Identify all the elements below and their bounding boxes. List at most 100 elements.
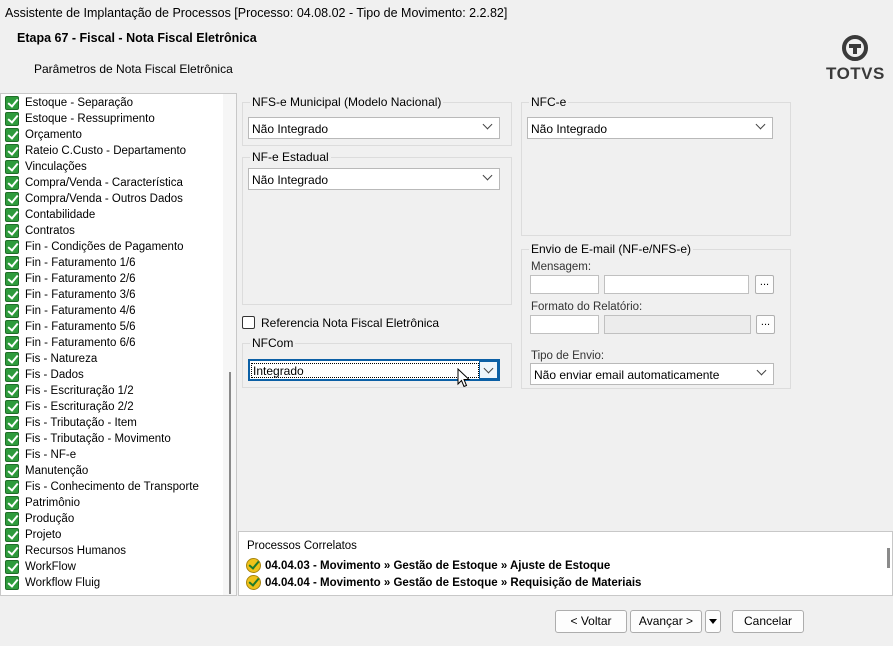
mensagem-code-input[interactable]	[530, 275, 599, 294]
completed-check-icon	[5, 448, 19, 462]
window-title: Assistente de Implantação de Processos […	[5, 6, 508, 20]
tree-item[interactable]: Workflow Fluig	[5, 575, 100, 591]
tree-item-label: Compra/Venda - Característica	[25, 177, 183, 189]
tree-item[interactable]: Fis - Conhecimento de Transporte	[5, 479, 199, 495]
tree-item[interactable]: Fis - Tributação - Movimento	[5, 431, 171, 447]
tree-item[interactable]: Fin - Faturamento 3/6	[5, 287, 136, 303]
tree-item-label: Fis - Tributação - Item	[25, 417, 137, 429]
tipo-envio-select[interactable]: Não enviar email automaticamente	[530, 363, 774, 385]
completed-check-icon	[5, 352, 19, 366]
tree-item[interactable]: Rateio C.Custo - Departamento	[5, 143, 186, 159]
tree-item[interactable]: WorkFlow	[5, 559, 76, 575]
completed-check-icon	[5, 240, 19, 254]
tree-item[interactable]: Compra/Venda - Característica	[5, 175, 183, 191]
wizard-header: Etapa 67 - Fiscal - Nota Fiscal Eletrôni…	[0, 26, 893, 92]
completed-check-icon	[5, 304, 19, 318]
tree-item-label: Fin - Faturamento 1/6	[25, 257, 136, 269]
tree-item[interactable]: Fin - Faturamento 1/6	[5, 255, 136, 271]
correlated-item[interactable]: 04.04.03 - Movimento » Gestão de Estoque…	[246, 558, 610, 573]
tree-item[interactable]: Projeto	[5, 527, 61, 543]
tree-scrollbar[interactable]	[223, 94, 236, 595]
tree-item[interactable]: Contabilidade	[5, 207, 95, 223]
formato-code-input[interactable]	[530, 315, 599, 334]
completed-check-icon	[5, 400, 19, 414]
chevron-down-icon	[483, 363, 494, 374]
tree-item-label: Vinculações	[25, 161, 87, 173]
tree-item[interactable]: Fis - Tributação - Item	[5, 415, 137, 431]
nfcom-dropdown-button[interactable]	[479, 361, 498, 379]
tree-item[interactable]: Estoque - Ressuprimento	[5, 111, 155, 127]
tree-item-label: Estoque - Separação	[25, 97, 134, 109]
tree-item[interactable]: Fis - Escrituração 2/2	[5, 399, 134, 415]
nfe-group-title: NF-e Estadual	[250, 150, 331, 164]
tree-item[interactable]: Fis - Dados	[5, 367, 84, 383]
tree-item[interactable]: Contratos	[5, 223, 75, 239]
formato-browse-button[interactable]: ...	[756, 315, 775, 334]
tree-item[interactable]: Vinculações	[5, 159, 87, 175]
tree-item[interactable]: Recursos Humanos	[5, 543, 126, 559]
tree-item-label: Fis - Natureza	[25, 353, 98, 365]
tree-item[interactable]: Fis - NF-e	[5, 447, 77, 463]
tree-item[interactable]: Compra/Venda - Outros Dados	[5, 191, 183, 207]
tree-item[interactable]: Estoque - Separação	[5, 95, 133, 111]
tree-item-label: Fin - Faturamento 3/6	[25, 289, 136, 301]
nfse-select[interactable]: Não Integrado	[248, 117, 500, 139]
completed-check-icon	[5, 416, 19, 430]
next-dropdown-button[interactable]	[705, 610, 721, 633]
correlated-scrollbar-thumb[interactable]	[887, 548, 890, 568]
tree-item[interactable]: Fin - Faturamento 5/6	[5, 319, 136, 335]
nfe-select[interactable]: Não Integrado	[248, 168, 500, 190]
tree-item[interactable]: Manutenção	[5, 463, 88, 479]
tree-item-label: Manutenção	[25, 465, 89, 477]
mensagem-browse-button[interactable]: ...	[755, 275, 774, 294]
back-button[interactable]: < Voltar	[555, 610, 627, 633]
tree-item-label: Workflow Fluig	[25, 577, 101, 589]
nfce-select-value: Não Integrado	[531, 122, 608, 136]
tree-item-label: Fis - Escrituração 2/2	[25, 401, 134, 413]
chevron-down-icon	[756, 365, 767, 376]
tree-item[interactable]: Fin - Condições de Pagamento	[5, 239, 184, 255]
tipo-envio-value: Não enviar email automaticamente	[534, 368, 720, 382]
completed-check-icon	[5, 432, 19, 446]
referencia-checkbox[interactable]	[242, 316, 255, 329]
tree-item-label: WorkFlow	[25, 561, 76, 573]
next-button[interactable]: Avançar >	[630, 610, 702, 633]
completed-check-icon	[5, 544, 19, 558]
completed-check-icon	[5, 256, 19, 270]
correlated-title: Processos Correlatos	[247, 540, 357, 552]
wizard-footer: < Voltar Avançar > Cancelar	[0, 597, 893, 646]
completed-check-icon	[5, 208, 19, 222]
tree-item[interactable]: Fis - Natureza	[5, 351, 97, 367]
tree-item[interactable]: Produção	[5, 511, 74, 527]
correlated-item[interactable]: 04.04.04 - Movimento » Gestão de Estoque…	[246, 575, 641, 590]
completed-check-icon	[5, 560, 19, 574]
tree-item-label: Fin - Faturamento 6/6	[25, 337, 136, 349]
tree-item[interactable]: Orçamento	[5, 127, 82, 143]
tree-item[interactable]: Fin - Faturamento 2/6	[5, 271, 136, 287]
tree-item-label: Recursos Humanos	[25, 545, 126, 557]
completed-check-icon	[5, 368, 19, 382]
tree-item[interactable]: Fin - Faturamento 4/6	[5, 303, 136, 319]
chevron-down-icon	[482, 119, 493, 130]
title-bar: Assistente de Implantação de Processos […	[0, 0, 893, 26]
tree-item[interactable]: Fis - Escrituração 1/2	[5, 383, 134, 399]
tipo-envio-label: Tipo de Envio:	[531, 350, 605, 362]
tree-item-label: Compra/Venda - Outros Dados	[25, 193, 183, 205]
tree-item-label: Orçamento	[25, 129, 82, 141]
tree-item-label: Projeto	[25, 529, 62, 541]
completed-check-icon	[5, 528, 19, 542]
tree-item-label: Fis - Tributação - Movimento	[25, 433, 171, 445]
completed-check-icon	[5, 384, 19, 398]
logo-text: TOTVS	[826, 64, 885, 83]
tree-scrollbar-thumb[interactable]	[229, 372, 231, 594]
completed-check-icon	[5, 144, 19, 158]
tree-item[interactable]: Fin - Faturamento 6/6	[5, 335, 136, 351]
nfse-group-title: NFS-e Municipal (Modelo Nacional)	[250, 95, 444, 109]
completed-check-icon	[5, 336, 19, 350]
nfce-select[interactable]: Não Integrado	[527, 117, 773, 139]
tree-item[interactable]: Patrimônio	[5, 495, 80, 511]
mensagem-description-input[interactable]	[604, 275, 749, 294]
cancel-button[interactable]: Cancelar	[732, 610, 804, 633]
mensagem-label: Mensagem:	[531, 261, 592, 273]
tree-item-label: Fis - NF-e	[25, 449, 77, 461]
